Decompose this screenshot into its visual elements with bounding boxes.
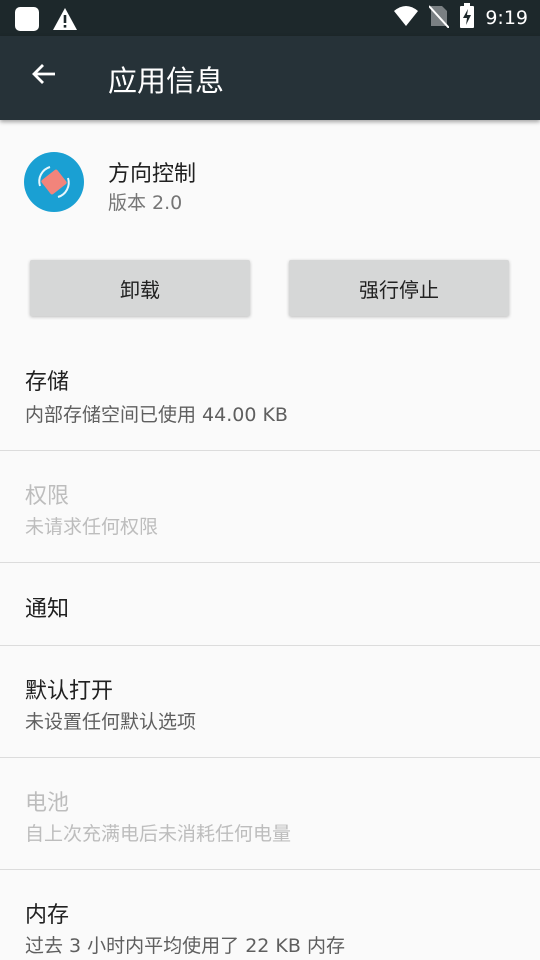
app-icon [24, 152, 84, 212]
list-item-open-by-default[interactable]: 默认打开 未设置任何默认选项 [0, 646, 540, 757]
back-button[interactable] [22, 54, 66, 98]
list-item-subtitle: 未请求任何权限 [25, 516, 159, 538]
list-item-title: 存储 [25, 370, 70, 395]
status-bar: 9:19 [0, 0, 540, 36]
list-item-memory[interactable]: 内存 过去 3 小时内平均使用了 22 KB 内存 [0, 870, 540, 960]
app-header: 方向控制 版本 2.0 [0, 120, 540, 250]
clock-time: 9:19 [485, 7, 528, 29]
app-version: 版本 2.0 [108, 192, 183, 214]
list-item-battery: 电池 自上次充满电后未消耗任何电量 [0, 758, 540, 869]
list-item-permissions: 权限 未请求任何权限 [0, 451, 540, 562]
list-item-title: 电池 [25, 791, 70, 816]
warning-icon [52, 7, 78, 35]
force-stop-button[interactable]: 强行停止 [289, 260, 509, 316]
page-title: 应用信息 [108, 64, 225, 98]
no-sim-icon [428, 4, 451, 32]
wifi-icon [393, 5, 419, 31]
notification-app-icon [14, 6, 40, 36]
arrow-back-icon [31, 61, 57, 91]
list-item-notifications[interactable]: 通知 [0, 563, 540, 645]
list-item-subtitle: 未设置任何默认选项 [25, 711, 197, 733]
uninstall-button[interactable]: 卸载 [30, 260, 250, 316]
list-item-title: 通知 [25, 597, 70, 622]
app-bar: 应用信息 [0, 36, 540, 120]
list-item-subtitle: 自上次充满电后未消耗任何电量 [25, 823, 292, 845]
list-item-title: 权限 [25, 484, 70, 509]
list-item-subtitle: 内部存储空间已使用 44.00 KB [25, 404, 288, 426]
app-name: 方向控制 [108, 162, 197, 187]
list-item-title: 内存 [25, 903, 70, 928]
list-item-subtitle: 过去 3 小时内平均使用了 22 KB 内存 [25, 935, 345, 957]
list-item-storage[interactable]: 存储 内部存储空间已使用 44.00 KB [0, 340, 540, 450]
battery-charging-icon [459, 3, 475, 33]
list-item-title: 默认打开 [25, 679, 114, 704]
